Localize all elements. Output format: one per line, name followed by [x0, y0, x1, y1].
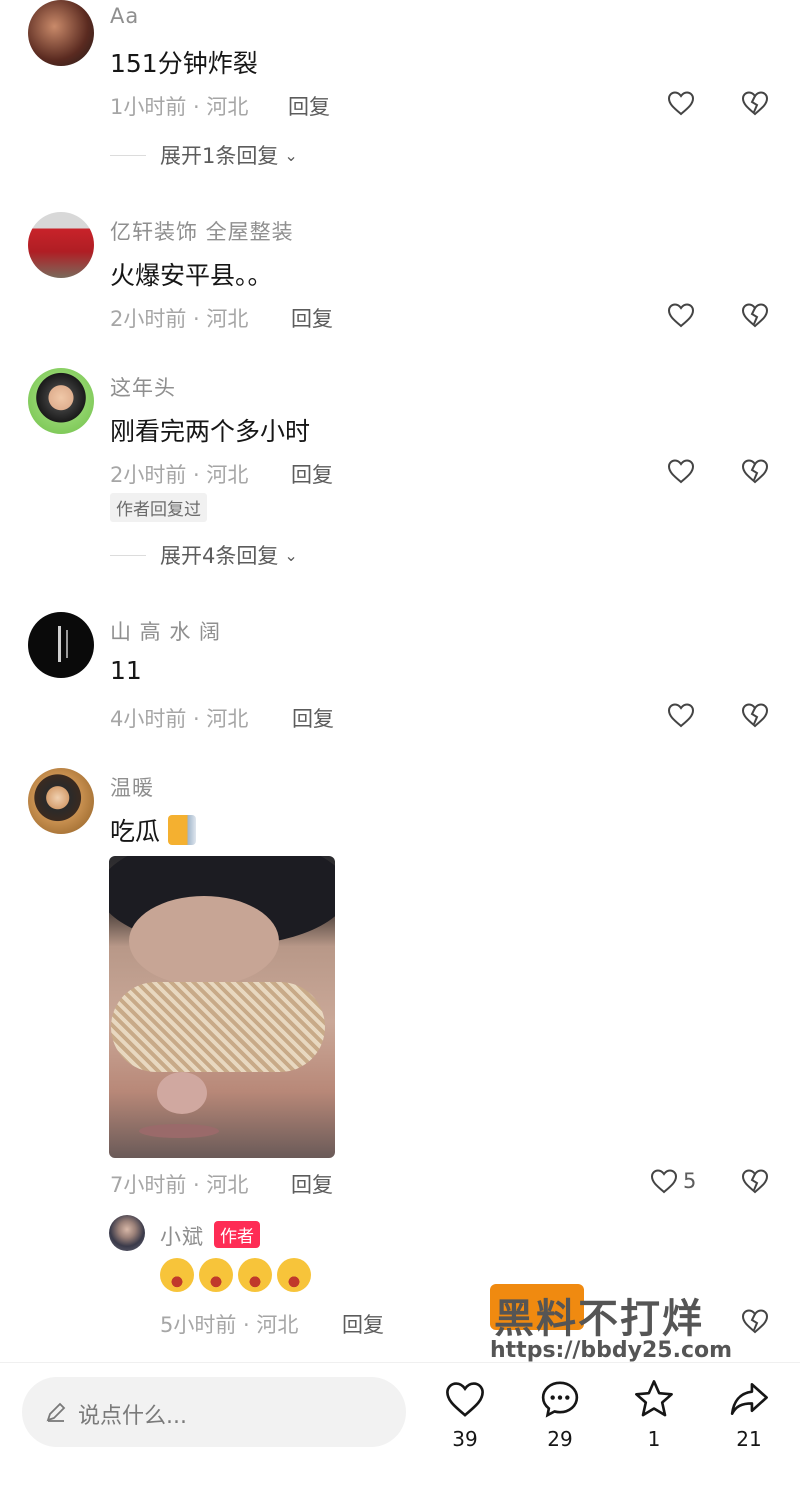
- like-button[interactable]: 39: [435, 1377, 495, 1451]
- expand-label: 展开1条回复: [160, 144, 279, 168]
- calligraphy-mark: [66, 630, 68, 658]
- watermark: 黑料不打烊 https://bbdy25.com: [490, 1284, 750, 1364]
- avatar[interactable]: [28, 212, 94, 278]
- like-count: 5: [683, 1169, 697, 1193]
- reply-meta: 5小时前 · 河北: [160, 1313, 299, 1337]
- reply-button[interactable]: 回复: [291, 303, 333, 333]
- avatar[interactable]: [109, 1215, 145, 1251]
- comment-text: 151分钟炸裂: [110, 49, 258, 78]
- share-arrow-icon: [730, 1383, 768, 1415]
- dislike-icon[interactable]: [740, 300, 770, 330]
- comment-text: 火爆安平县。。: [110, 261, 273, 290]
- watermark-brand-text: 黑料不打烊: [494, 1296, 704, 1342]
- reply-emojis: [160, 1258, 311, 1294]
- share-button[interactable]: 21: [719, 1377, 779, 1451]
- heart-icon: [446, 1382, 484, 1417]
- comment-author[interactable]: 山 高 水 阔: [110, 616, 221, 646]
- avatar[interactable]: [28, 0, 94, 66]
- pencil-icon: [46, 1402, 66, 1422]
- avatar[interactable]: [28, 768, 94, 834]
- calligraphy-mark: [58, 626, 61, 662]
- nose-shape: [157, 1072, 207, 1114]
- comment-image[interactable]: [109, 856, 335, 1158]
- comment-button[interactable]: 29: [530, 1377, 590, 1451]
- comment-text: 11: [110, 656, 142, 685]
- reply-button[interactable]: 回复: [291, 459, 333, 489]
- reply-button[interactable]: 回复: [288, 91, 330, 121]
- expand-replies-button[interactable]: 展开4条回复 ⌄: [110, 540, 298, 570]
- expand-label: 展开4条回复: [160, 544, 279, 568]
- watermark-url: https://bbdy25.com: [490, 1338, 733, 1363]
- laughing-crying-emoji-icon: [160, 1258, 194, 1292]
- comment-meta: 2小时前 · 河北: [110, 463, 249, 487]
- dislike-icon[interactable]: [740, 456, 770, 486]
- dislike-icon[interactable]: [740, 700, 770, 730]
- mouth-shape: [139, 1124, 219, 1138]
- comment-author[interactable]: 这年头: [110, 372, 176, 402]
- laughing-crying-emoji-icon: [238, 1258, 272, 1292]
- author-replied-badge: 作者回复过: [110, 493, 207, 522]
- laughing-crying-emoji-icon: [277, 1258, 311, 1292]
- share-count: 21: [736, 1427, 762, 1451]
- dislike-icon[interactable]: [740, 88, 770, 118]
- laughing-crying-emoji-icon: [199, 1258, 233, 1292]
- comment-meta: 7小时前 · 河北: [110, 1173, 249, 1197]
- expand-replies-button[interactable]: 展开1条回复 ⌄: [110, 140, 298, 170]
- comment-bubble-icon: [541, 1381, 579, 1418]
- comment-author[interactable]: Aa: [110, 4, 139, 28]
- author-badge: 作者: [214, 1221, 260, 1248]
- forehead-shape: [129, 896, 279, 986]
- comment-meta: 1小时前 · 河北: [110, 95, 249, 119]
- heart-icon[interactable]: [666, 88, 696, 118]
- heart-icon[interactable]: [666, 300, 696, 330]
- favorite-count: 1: [647, 1427, 661, 1451]
- comment-text: 吃瓜: [110, 812, 196, 848]
- heart-icon[interactable]: [649, 1166, 679, 1196]
- reply-button[interactable]: 回复: [342, 1309, 384, 1339]
- comment-meta: 2小时前 · 河北: [110, 307, 249, 331]
- comment-text-content: 吃瓜: [110, 817, 161, 846]
- comment-count: 29: [547, 1427, 573, 1451]
- avatar[interactable]: [28, 368, 94, 434]
- chevron-down-icon: ⌄: [284, 145, 298, 165]
- comment-text: 刚看完两个多小时: [110, 417, 311, 446]
- bottom-action-bar: 说点什么... 39 29 1 21: [0, 1362, 800, 1511]
- comment-input-placeholder: 说点什么...: [78, 1404, 187, 1429]
- avatar[interactable]: [28, 612, 94, 678]
- favorite-button[interactable]: 1: [624, 1377, 684, 1451]
- reply-button[interactable]: 回复: [291, 1169, 333, 1199]
- comment-meta: 4小时前 · 河北: [110, 707, 249, 731]
- chevron-down-icon: ⌄: [284, 545, 298, 565]
- censor-bar: [111, 982, 325, 1072]
- heart-icon[interactable]: [666, 700, 696, 730]
- comment-author[interactable]: 温暖: [110, 772, 154, 802]
- reply-button[interactable]: 回复: [292, 703, 334, 733]
- comment-author[interactable]: 亿轩装饰 全屋整装: [110, 216, 294, 246]
- heart-icon[interactable]: [666, 456, 696, 486]
- like-count: 39: [452, 1427, 478, 1451]
- dislike-icon[interactable]: [740, 1166, 770, 1196]
- reply-author[interactable]: 小斌: [160, 1221, 204, 1251]
- bear-sticker-icon: [167, 815, 196, 845]
- comment-input[interactable]: 说点什么...: [22, 1377, 406, 1447]
- star-icon: [635, 1380, 673, 1417]
